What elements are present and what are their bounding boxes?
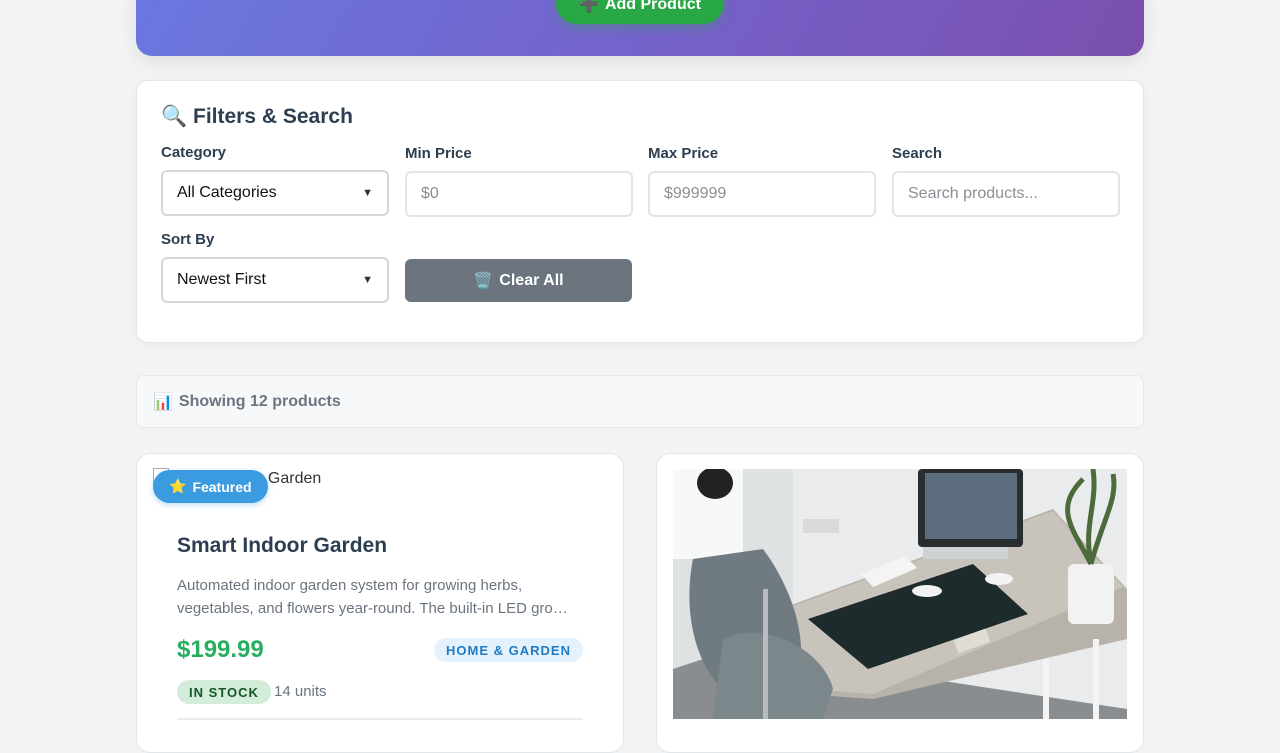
plus-icon: ➕ [579,0,599,13]
product-price: $199.99 [177,636,264,663]
product-card[interactable] [656,453,1144,753]
star-icon: ⭐ [169,478,187,494]
max-price-input[interactable] [664,185,860,203]
filters-title: 🔍 Filters & Search [161,105,353,128]
min-price-input[interactable] [421,185,617,203]
stock-units: 14 units [274,683,327,700]
product-image [673,469,1127,719]
product-name: Smart Indoor Garden [177,534,388,557]
category-badge: HOME & GARDEN [434,638,583,662]
category-field: Category All Categories ▼ [161,144,389,216]
clear-all-button[interactable]: 🗑️ Clear All [405,259,632,302]
trash-icon: 🗑️ [473,272,494,290]
category-label: Category [161,144,227,161]
search-label: Search [892,145,943,162]
add-product-label: Add Product [604,0,701,13]
magnifier-icon: 🔍 [161,105,188,128]
search-field: Search [892,145,1120,217]
sort-field: Sort By Newest First ▼ [161,231,389,303]
max-price-field: Max Price [648,145,876,217]
chevron-down-icon: ▼ [362,187,373,199]
search-input[interactable] [908,185,1104,203]
filters-panel: 🔍 Filters & Search Category All Categori… [136,80,1144,343]
office-desk-photo [673,469,1127,719]
bar-chart-icon: 📊 [153,393,173,411]
stock-badge: IN STOCK [177,680,271,704]
featured-badge: ⭐ Featured [153,470,268,503]
min-price-field: Min Price [405,145,633,217]
sort-label: Sort By [161,231,215,248]
add-product-button[interactable]: ➕ Add Product [556,0,724,24]
sort-select[interactable]: Newest First ▼ [161,257,389,303]
product-card[interactable]: Smart Indoor Garden ⭐ Featured Smart Ind… [136,453,624,753]
category-select[interactable]: All Categories ▼ [161,170,389,216]
max-price-label: Max Price [648,145,719,162]
min-price-label: Min Price [405,145,472,162]
product-description: Automated indoor garden system for growi… [177,577,568,617]
chevron-down-icon: ▼ [362,274,373,286]
results-count: 📊 Showing 12 products [136,375,1144,428]
